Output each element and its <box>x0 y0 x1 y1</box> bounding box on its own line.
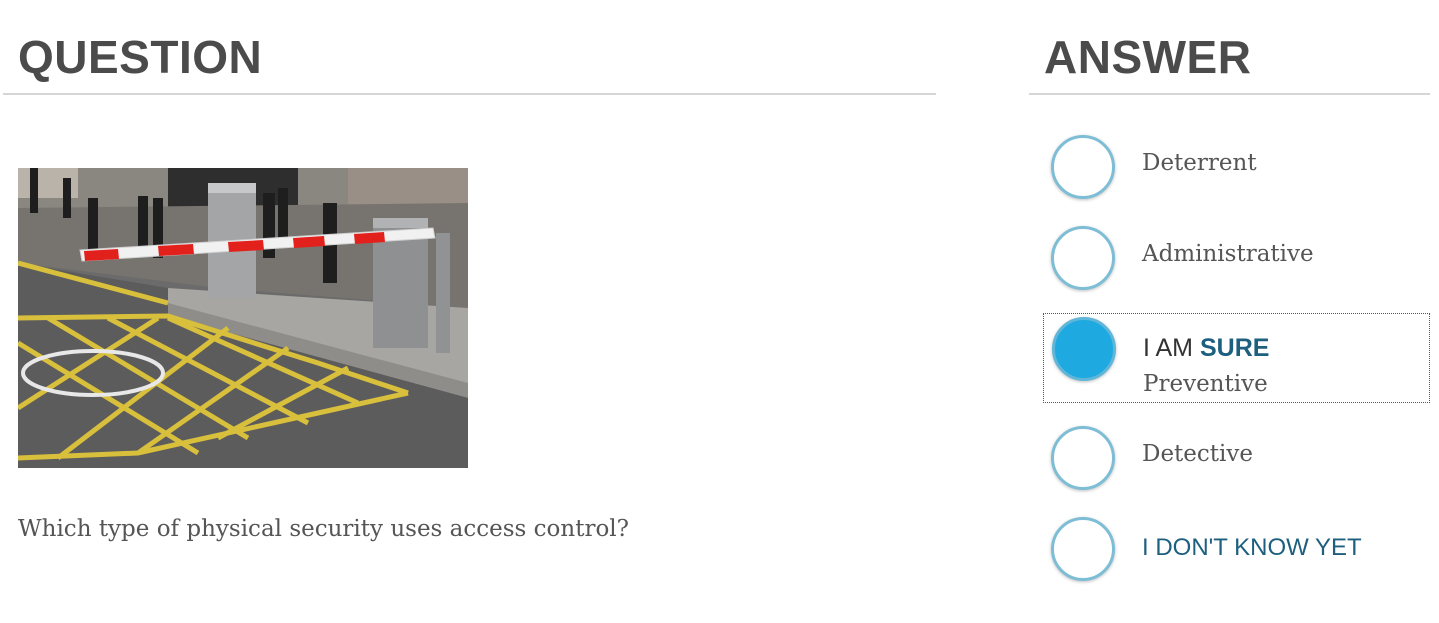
question-divider <box>3 93 936 95</box>
answer-option-label: Preventive <box>1143 371 1268 397</box>
confidence-prefix: I AM <box>1143 334 1194 362</box>
question-heading: QUESTION <box>18 31 263 83</box>
radio-button-selected[interactable] <box>1052 317 1116 381</box>
confidence-indicator: I AM SURE <box>1143 334 1269 363</box>
answer-heading: ANSWER <box>1044 31 1252 83</box>
answer-option-label: Detective <box>1142 441 1253 467</box>
dont-know-label: I DON'T KNOW YET <box>1142 534 1362 561</box>
question-text: Which type of physical security uses acc… <box>18 516 629 542</box>
answer-option-deterrent[interactable]: Deterrent <box>1043 122 1430 212</box>
answer-option-administrative[interactable]: Administrative <box>1043 213 1430 303</box>
answer-option-dont-know[interactable]: I DON'T KNOW YET <box>1043 506 1430 596</box>
radio-button[interactable] <box>1051 517 1115 581</box>
question-image <box>18 168 468 468</box>
radio-button[interactable] <box>1051 426 1115 490</box>
radio-button[interactable] <box>1051 226 1115 290</box>
answer-option-label: Deterrent <box>1142 150 1257 176</box>
confidence-strong: SURE <box>1199 334 1270 362</box>
answer-divider <box>1029 93 1430 95</box>
answer-option-preventive[interactable]: I AM SURE Preventive <box>1043 313 1430 403</box>
answer-option-detective[interactable]: Detective <box>1043 415 1430 505</box>
answer-option-label: Administrative <box>1142 241 1314 267</box>
radio-button[interactable] <box>1051 135 1115 199</box>
